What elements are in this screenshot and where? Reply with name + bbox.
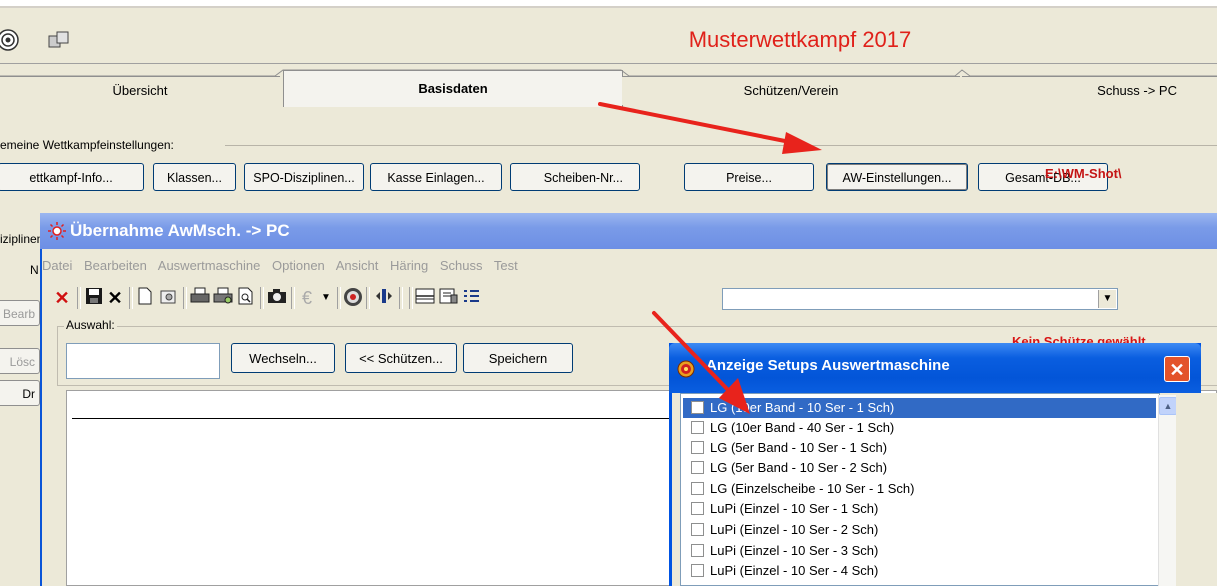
annotation-arrows	[598, 102, 822, 414]
